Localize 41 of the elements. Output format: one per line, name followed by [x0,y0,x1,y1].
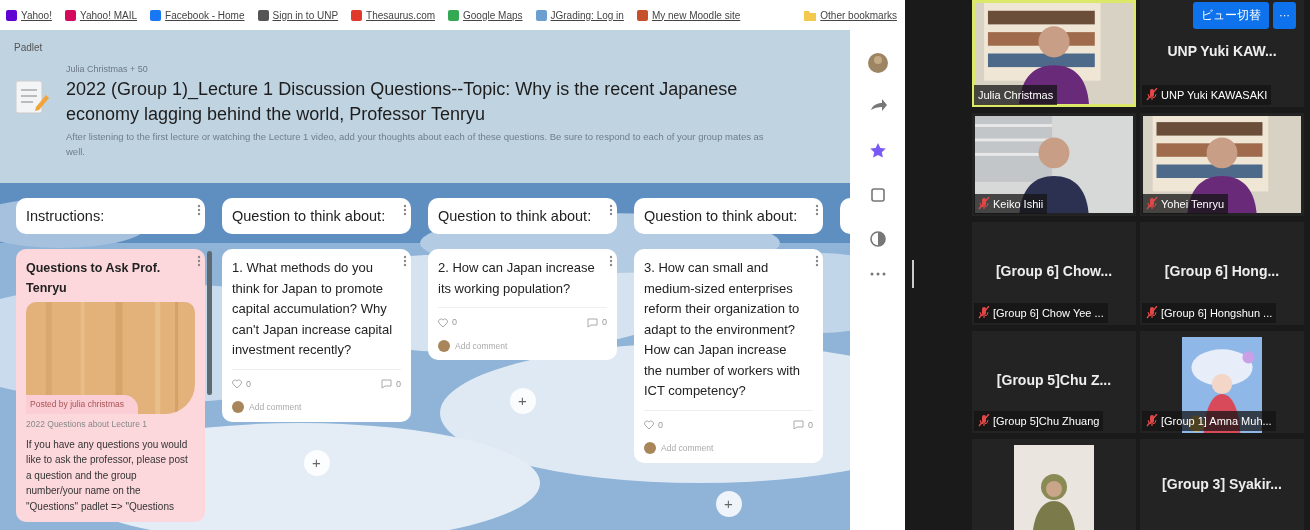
view-button[interactable]: ビュー切替 [1193,2,1269,29]
bookmark-link[interactable]: My new Moodle site [636,7,741,23]
board-description: After listening to the first lecture or watching the Lecture 1 video, add your thoughts about each of these questions. Be sure to respond to each of your group mates as well. [66,129,765,159]
bookmark-icon [351,9,363,21]
bookmark-icon [6,9,17,21]
bookmark-link[interactable]: Thesaurus.com [351,7,436,23]
board-title: 2022 (Group 1)_Lecture 1 Discussion Questions--Topic: Why is the recent Japanese economy lagging behind the world, Professor Tenryu [66,77,739,126]
bookmark-link[interactable]: Sign in to UNP [257,7,339,23]
bookmark-link[interactable]: JGrading: Log in [535,7,624,23]
folder-icon [804,9,817,21]
name-label: Keiko Ishii [974,193,1048,214]
bookmark-icon [150,9,162,21]
participant-name: UNP Yuki KAW... [1166,41,1278,61]
participant-name: [Group 6] Chow... [994,262,1114,282]
bookmark-link[interactable]: Yahoo! [6,7,52,23]
resize-handle[interactable] [912,260,914,288]
bookmark-icon [257,9,269,21]
bookmark-link[interactable]: Google Maps [448,7,523,23]
name-label: [Group 1] Amna Muh... [1142,410,1276,431]
other-bookmarks-link[interactable]: Other bookmarks [804,7,897,23]
name-label: Yohei Tenryu [1142,193,1228,214]
bookmark-icon [448,9,460,21]
participant-name: [Group 3] Syakir... [1161,474,1283,494]
name-label: UNP Yuki KAWASAKI [1142,84,1272,105]
more-button[interactable]: ··· [1273,2,1296,29]
brand-name[interactable]: Padlet [14,40,834,55]
document-pencil-icon [14,77,50,117]
bookmark-icon [64,9,76,21]
name-label: [Group 6] Hongshun ... [1142,302,1277,323]
name-label: [Group 6] Chow Yee ... [974,302,1108,323]
bookmark-icon [636,9,648,21]
bookmark-link[interactable]: Yahoo! MAIL [64,7,138,23]
more-icon [869,272,886,276]
bookmark-link[interactable]: Facebook - Home [150,7,245,23]
author-line: Julia Christmas + 50 [66,63,149,76]
avatar-icon [866,52,889,74]
name-label: Julia Christmas [974,84,1058,105]
bookmark-icon [535,9,547,21]
participant-name: [Group 5]Chu Z... [995,370,1113,390]
participant-name: [Group 6] Hong... [1163,262,1281,282]
name-label: [Group 5]Chu Zhuang [974,410,1104,431]
